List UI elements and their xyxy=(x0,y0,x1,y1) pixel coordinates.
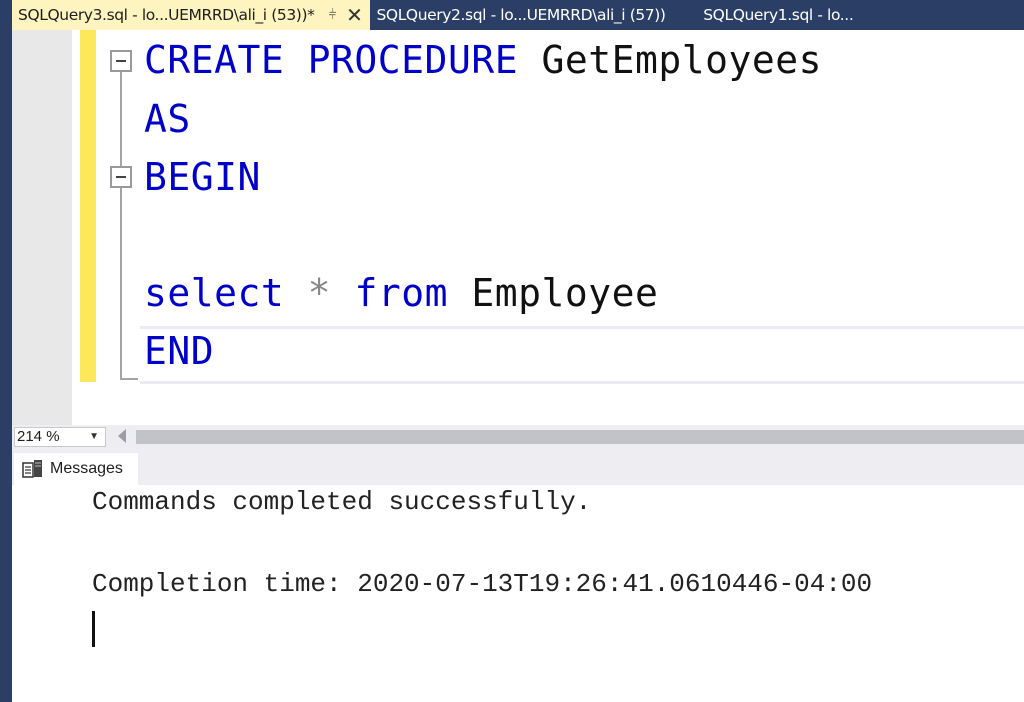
collapse-begin-icon[interactable] xyxy=(110,166,132,188)
editor-status-row: 214 % ▼ xyxy=(12,425,1024,449)
code-line[interactable]: CREATE PROCEDURE GetEmployees xyxy=(144,32,822,88)
sql-keyword: from xyxy=(354,271,448,315)
sql-keyword: END xyxy=(144,329,215,373)
sql-identifier: Employee xyxy=(447,271,659,315)
tab-messages[interactable]: Messages xyxy=(14,453,138,485)
scroll-left-arrow-icon[interactable] xyxy=(118,429,126,443)
tab-sqlquery1[interactable]: SQLQuery1.sql - lo... xyxy=(697,0,1024,30)
results-tab-bar: Messages xyxy=(12,449,1024,485)
tab-sqlquery2[interactable]: SQLQuery2.sql - lo...UEMRRD\ali_i (57)) xyxy=(370,0,697,30)
tab-label: SQLQuery2.sql - lo...UEMRRD\ali_i (57)) xyxy=(376,6,666,24)
sql-identifier xyxy=(331,271,354,315)
current-line-highlight xyxy=(140,326,1024,384)
message-line: Completion time: 2020-07-13T19:26:41.061… xyxy=(92,569,873,599)
query-editor[interactable]: CREATE PROCEDURE GetEmployees AS BEGIN sele… xyxy=(12,30,1024,425)
sql-identifier xyxy=(284,38,307,82)
close-icon[interactable]: ✕ xyxy=(346,3,363,27)
sql-keyword: CREATE xyxy=(144,38,285,82)
change-indicator-bar xyxy=(80,30,96,382)
sql-keyword: AS xyxy=(144,97,191,141)
messages-icon xyxy=(22,460,42,478)
zoom-value: 214 % xyxy=(17,428,60,445)
code-line[interactable]: AS xyxy=(144,91,191,147)
fold-guide-line xyxy=(120,72,122,166)
window-frame-left xyxy=(0,0,12,702)
sql-keyword: select xyxy=(144,271,285,315)
sql-keyword: BEGIN xyxy=(144,155,261,199)
chevron-down-icon: ▼ xyxy=(89,431,99,442)
tab-sqlquery3[interactable]: SQLQuery3.sql - lo...UEMRRD\ali_i (53))*… xyxy=(12,0,371,30)
code-line[interactable]: BEGIN xyxy=(144,149,261,205)
sql-identifier: GetEmployees xyxy=(518,38,822,82)
sql-identifier xyxy=(284,271,307,315)
collapse-create-icon[interactable] xyxy=(110,50,132,72)
message-line: Commands completed successfully. xyxy=(92,487,592,517)
pin-icon[interactable]: ⫩ xyxy=(328,7,336,23)
messages-pane[interactable]: Commands completed successfully. Complet… xyxy=(12,485,1024,702)
document-tab-bar: SQLQuery3.sql - lo...UEMRRD\ali_i (53))*… xyxy=(12,0,1024,30)
zoom-dropdown[interactable]: 214 % ▼ xyxy=(14,427,106,447)
fold-guide-line xyxy=(120,188,122,380)
sql-keyword: PROCEDURE xyxy=(307,38,519,82)
code-line[interactable]: select * from Employee xyxy=(144,265,658,321)
code-line[interactable]: END xyxy=(144,323,214,379)
sql-operator: * xyxy=(307,271,332,315)
editor-gutter xyxy=(12,30,72,425)
tab-label: SQLQuery1.sql - lo... xyxy=(703,6,854,24)
tab-label: SQLQuery3.sql - lo...UEMRRD\ali_i (53))* xyxy=(18,6,315,24)
horizontal-scrollbar-thumb[interactable] xyxy=(136,430,1024,444)
text-cursor xyxy=(92,611,95,647)
tab-label: Messages xyxy=(50,460,123,477)
fold-guide-end xyxy=(120,378,138,380)
